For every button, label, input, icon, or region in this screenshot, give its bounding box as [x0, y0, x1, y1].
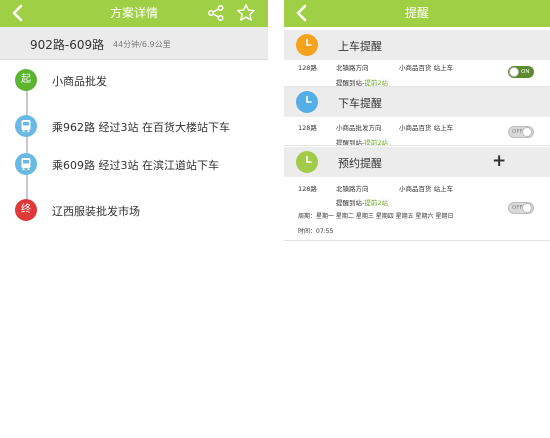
reminder-toggle[interactable]: OFF [508, 126, 534, 138]
route-step-bus-1: 乘962路 经过3站 在百货大楼站下车 [0, 113, 268, 141]
time-text: 时间：07:55 [298, 228, 334, 235]
direction-text: 北镇路方向 [336, 64, 369, 72]
alighting-reminder-header: 下车提醒 [284, 87, 550, 117]
route-number: 128路 [298, 64, 317, 72]
route-step-end: 终 辽西服装批发市场 [0, 197, 268, 225]
step-text: 乘609路 经过3站 在滨江道站下车 [52, 159, 219, 172]
route-summary-bar: 902路-609路 44分钟/6.9公里 [0, 27, 268, 60]
toggle-knob [509, 67, 519, 77]
clock-icon [296, 34, 318, 56]
toggle-knob [522, 127, 532, 137]
toggle-label: ON [521, 69, 530, 75]
route-step-bus-2: 乘609路 经过3站 在滨江道站下车 [0, 151, 268, 179]
reminder-toggle[interactable]: ON [508, 66, 534, 78]
section-title: 下车提醒 [338, 97, 382, 110]
route-name: 902路-609路 [30, 38, 105, 52]
step-text: 乘962路 经过3站 在百货大楼站下车 [52, 121, 230, 134]
clock-icon [296, 151, 318, 173]
page-title: 提醒 [404, 6, 429, 20]
direction-text: 小商品批发方向 [336, 124, 382, 132]
route-duration-distance: 44分钟/6.9公里 [113, 40, 171, 49]
add-reminder-button[interactable]: + [492, 151, 506, 171]
step-text: 小商品批发 [52, 75, 107, 88]
bus-icon [15, 115, 37, 137]
remind-text: 提醒到站-提前2站 [336, 199, 388, 207]
section-title: 上车提醒 [338, 40, 382, 53]
bus-icon [15, 153, 37, 175]
start-icon: 起 [15, 69, 37, 91]
clock-icon [296, 91, 318, 113]
station-text: 小商品百货 站上车 [399, 124, 454, 132]
share-icon[interactable] [207, 4, 225, 22]
reminder-toggle[interactable]: OFF [508, 202, 534, 214]
route-step-start: 起 小商品批发 [0, 67, 268, 95]
station-text: 小商品百货 站上车 [399, 185, 454, 193]
direction-text: 北镇路方向 [336, 185, 369, 193]
station-text: 小商品百货 站上车 [399, 64, 454, 72]
plan-detail-screen: 方案详情 902路-609路 44分钟/6.9公里 起 小商品批发 乘962路 … [0, 0, 268, 438]
route-number: 128路 [298, 124, 317, 132]
section-title: 预约提醒 [338, 157, 382, 170]
boarding-reminder-header: 上车提醒 [284, 30, 550, 60]
route-number: 128路 [298, 185, 317, 193]
scheduled-reminder-header: 预约提醒 + [284, 147, 550, 177]
end-icon: 终 [15, 199, 37, 221]
reminder-screen: 提醒 上车提醒 128路 北镇路方向 小商品百货 站上车 提醒到站-提前2站 O… [284, 0, 550, 438]
route-connector-line [26, 80, 28, 208]
step-text: 辽西服装批发市场 [52, 205, 140, 218]
divider [284, 240, 550, 241]
header-bar: 方案详情 [0, 0, 268, 27]
header-bar: 提醒 [284, 0, 550, 27]
page-title: 方案详情 [109, 6, 158, 20]
toggle-knob [522, 203, 532, 213]
divider [284, 145, 550, 146]
cycle-text: 周期：星期一 星期二 星期三 星期四 星期五 星期六 星期日 [298, 213, 454, 220]
star-icon[interactable] [236, 3, 256, 23]
